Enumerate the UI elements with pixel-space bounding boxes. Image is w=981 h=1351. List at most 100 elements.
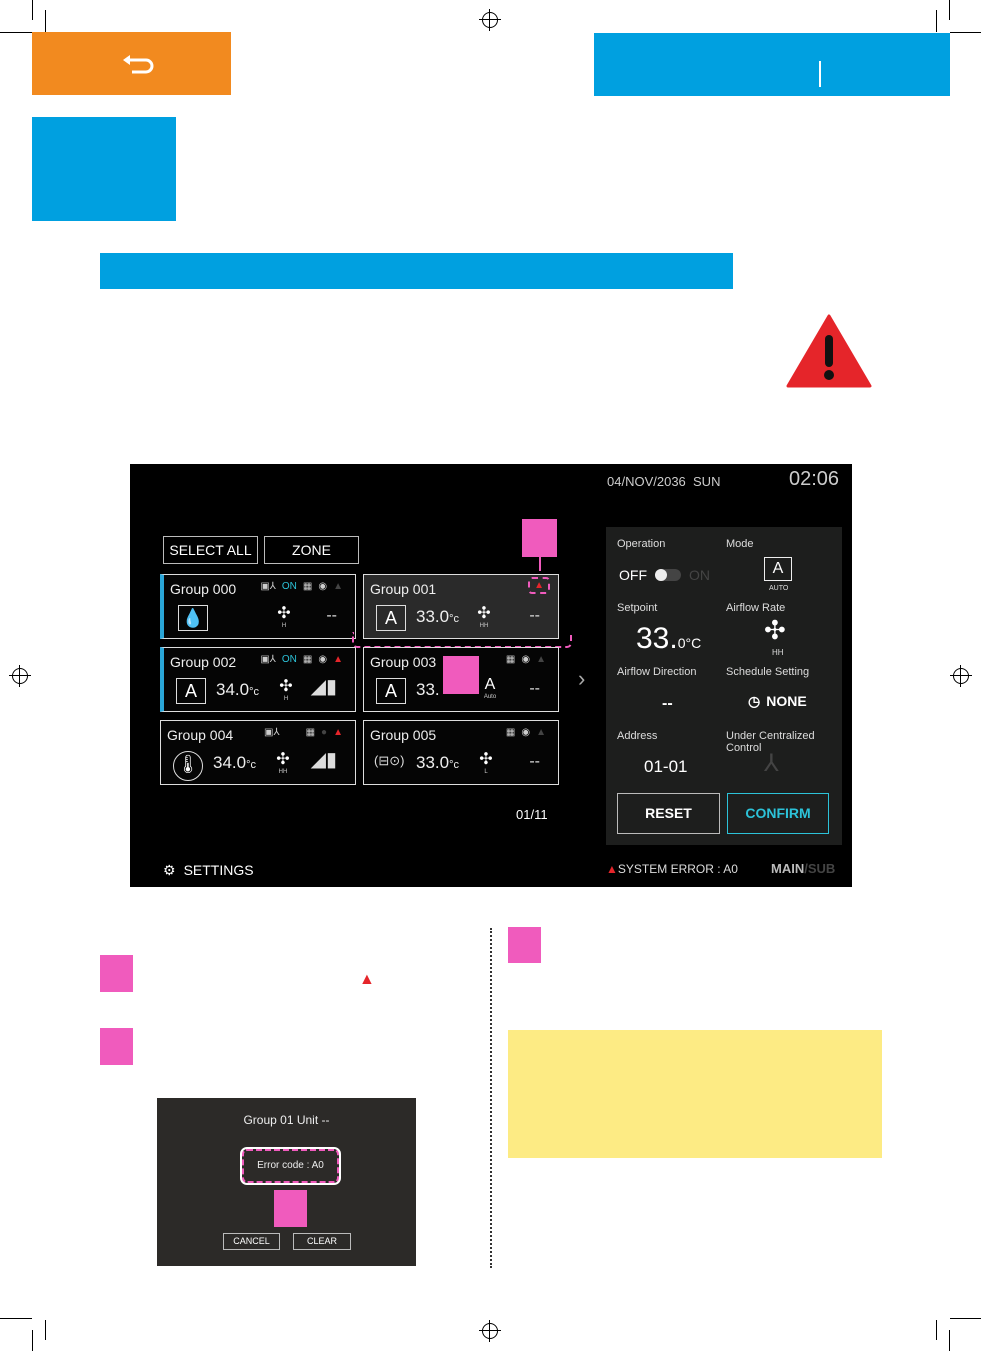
crop-mark — [950, 32, 981, 33]
temperature: 34.0°c — [216, 680, 259, 699]
alert-icon: ▲ — [333, 727, 343, 738]
louver-icon: ◢▮ — [310, 749, 337, 771]
callout-line — [539, 557, 541, 571]
step-marker — [100, 1028, 133, 1065]
address-value: 01-01 — [644, 757, 688, 776]
clear-button[interactable]: CLEAR — [293, 1233, 351, 1250]
airflow-rate-label: Airflow Rate — [726, 602, 786, 614]
alert-icon-inactive: ▲ — [536, 654, 546, 665]
temperature: 33.0°c — [416, 607, 459, 626]
controller-screen: 04/NOV/2036 SUN 02:06 SELECT ALL ZONE Gr… — [130, 464, 852, 887]
crop-mark — [32, 0, 33, 20]
on-status: ON — [281, 581, 297, 592]
alert-icon: ▲ — [359, 971, 375, 988]
auto-mode-icon: A — [376, 605, 406, 631]
schedule-value[interactable]: ◷ NONE — [748, 693, 807, 710]
step-marker — [274, 1190, 307, 1227]
temperature: 33. — [416, 680, 440, 699]
fan-icon: ✣ H — [279, 678, 293, 702]
auto-mode-icon: A — [376, 678, 406, 704]
alert-icon-inactive: ▲ — [536, 727, 546, 738]
registration-mark — [479, 1320, 501, 1342]
page-indicator: 01/11 — [516, 807, 548, 822]
group-name: Group 004 — [167, 727, 234, 743]
eye-icon: ◉ — [521, 727, 531, 738]
crop-mark — [0, 32, 32, 33]
crop-mark — [0, 1318, 32, 1319]
day: SUN — [693, 474, 721, 489]
crop-mark — [950, 1318, 981, 1319]
crop-mark — [45, 1320, 46, 1340]
fan-auto-icon: A Auto — [483, 676, 497, 700]
section-title-bar — [100, 253, 733, 289]
registration-mark — [479, 9, 501, 31]
temperature: 33.0°c — [416, 753, 459, 772]
group-tile-000[interactable]: Group 000 ▣⅄ ON ▦ ◉ ▲ 💧 ✣ H -- — [160, 574, 356, 639]
alert-icon-inactive: ▲ — [333, 581, 343, 592]
system-error-text: SYSTEM ERROR : A0 — [617, 862, 738, 876]
system-error[interactable]: ▲SYSTEM ERROR : A0 — [606, 862, 738, 876]
grid-icon: ▦ — [302, 654, 313, 665]
setpoint-value[interactable]: 33.0°C — [636, 622, 701, 656]
auto-changeover-icon: (⊟⊙) — [374, 753, 405, 768]
zone-button[interactable]: ZONE — [264, 536, 359, 564]
eye-icon: ◉ — [318, 654, 328, 665]
date: 04/NOV/2036 — [607, 474, 686, 489]
airflow-direction-label: Airflow Direction — [617, 666, 697, 678]
group-tile-004[interactable]: Group 004 ▣⅄ ▦ ● ▲ 🌡 34.0°c ✣ HH ◢▮ — [160, 720, 356, 785]
registration-mark — [9, 665, 31, 687]
eye-icon: ◉ — [318, 581, 328, 592]
dry-mode-icon: 💧 — [178, 605, 208, 631]
fan-icon: ✣ HH — [477, 605, 491, 629]
louver-icon: ◢▮ — [310, 676, 337, 698]
settings-button[interactable]: ⚙ SETTINGS — [163, 862, 254, 879]
highlight-bracket — [352, 632, 572, 648]
setpoint-label: Setpoint — [617, 602, 658, 614]
clock-icon: ◷ — [748, 693, 761, 709]
direction-value: -- — [529, 607, 540, 624]
grid-icon: ▦ — [505, 727, 516, 738]
device-icon: ▣⅄ — [260, 654, 276, 665]
warning-icon — [786, 314, 872, 388]
error-dialog: Group 01 Unit -- Error code : A0 CANCEL … — [157, 1098, 416, 1266]
reset-button[interactable]: RESET — [617, 793, 720, 834]
group-name: Group 001 — [370, 581, 437, 597]
address-label: Address — [617, 730, 658, 742]
group-tile-002[interactable]: Group 002 ▣⅄ ON ▦ ◉ ▲ A 34.0°c ✣ H ◢▮ — [160, 647, 356, 712]
note-box — [508, 1030, 882, 1158]
fan-icon[interactable]: ✣ — [764, 615, 786, 646]
crop-mark — [949, 1330, 950, 1351]
group-name: Group 005 — [370, 727, 437, 743]
error-code: Error code : A0 — [240, 1147, 341, 1185]
auto-mode-icon[interactable]: A — [764, 557, 792, 581]
grid-icon: ▦ — [505, 654, 516, 665]
group-name: Group 000 — [170, 581, 237, 597]
select-all-button[interactable]: SELECT ALL — [163, 536, 258, 564]
gear-icon: ⚙ — [163, 862, 176, 878]
step-marker — [100, 955, 133, 992]
operation-toggle[interactable]: OFF ON — [619, 567, 710, 583]
operation-label: Operation — [617, 538, 666, 550]
on-status: ON — [281, 654, 297, 665]
fan-icon: ✣ H — [277, 605, 291, 629]
fan-icon: ✣ L — [479, 751, 493, 775]
crop-mark — [936, 10, 937, 32]
direction-value: -- — [326, 607, 337, 624]
back-button[interactable] — [32, 32, 231, 95]
group-tile-005[interactable]: Group 005 ▦ ◉ ▲ (⊟⊙) 33.0°c ✣ L -- — [363, 720, 559, 785]
group-tile-003[interactable]: Group 003 ▦ ◉ ▲ A 33. A Auto -- — [363, 647, 559, 712]
next-page-chevron-icon[interactable]: › — [578, 666, 585, 692]
group-tile-001[interactable]: Group 001 ▲ A 33.0°c ✣ HH -- — [363, 574, 559, 639]
cancel-button[interactable]: CANCEL — [223, 1233, 280, 1250]
airflow-direction-value[interactable]: -- — [662, 695, 673, 713]
schedule-label: Schedule Setting — [726, 666, 810, 678]
return-arrow-icon — [123, 55, 154, 74]
confirm-button[interactable]: CONFIRM — [727, 793, 829, 834]
main-sub-indicator: MAIN/SUB — [771, 861, 836, 876]
central-control-label: Under Centralized Control — [726, 730, 815, 754]
alert-icon[interactable]: ▲ — [534, 580, 544, 591]
thermometer-icon: 🌡 — [173, 751, 203, 781]
divider — [819, 61, 821, 87]
settings-label: SETTINGS — [183, 862, 254, 878]
central-control-icon: ⅄ — [764, 750, 779, 777]
